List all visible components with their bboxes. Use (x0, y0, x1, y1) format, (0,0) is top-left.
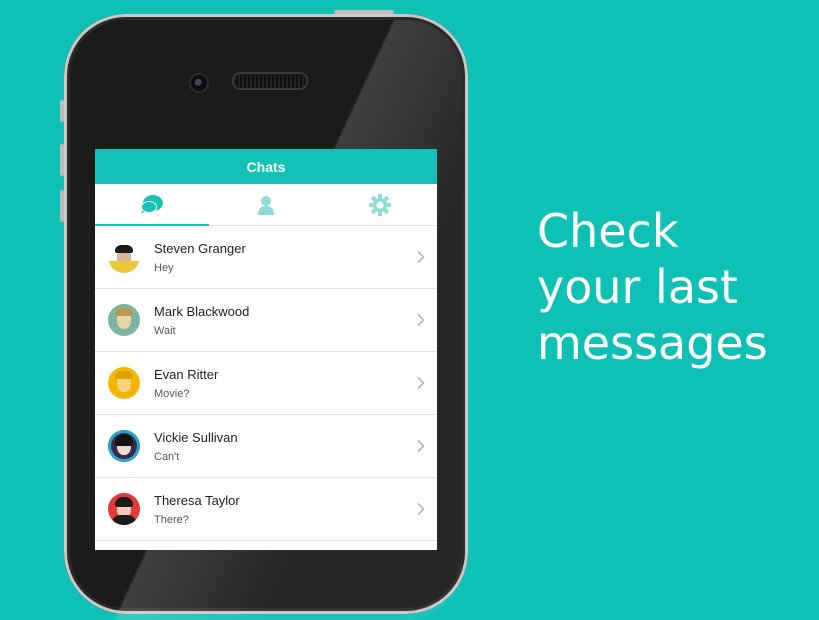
contact-name: Evan Ritter (154, 366, 219, 382)
promo-line-3: messages (537, 316, 768, 370)
chat-bubbles-icon (141, 194, 163, 213)
promo-line-1: Check (537, 204, 679, 258)
tab-chats[interactable] (95, 184, 209, 226)
chevron-right-icon (417, 376, 425, 390)
volume-up-button (60, 144, 64, 176)
avatar (108, 367, 140, 399)
promo-line-2: your last (537, 260, 739, 314)
chat-row[interactable]: Theresa Taylor There? (95, 478, 437, 541)
last-message: There? (154, 513, 189, 526)
last-message: Hey (154, 261, 174, 274)
chat-row[interactable]: Steven Granger Hey (95, 226, 437, 289)
navbar-title: Chats (246, 158, 286, 175)
earpiece-speaker (232, 72, 308, 90)
chevron-right-icon (417, 250, 425, 264)
last-message: Wait (154, 324, 176, 337)
chevron-right-icon (417, 502, 425, 516)
navbar: Chats (95, 149, 437, 184)
tab-bar (95, 184, 437, 226)
chevron-right-icon (417, 439, 425, 453)
chat-row[interactable]: Vickie Sullivan Can't (95, 415, 437, 478)
volume-down-button (60, 190, 64, 222)
chevron-right-icon (417, 313, 425, 327)
phone-screen: Chats Steven Granger Hey Mark Blackwood … (95, 149, 437, 550)
contact-name: Steven Granger (154, 240, 246, 256)
contact-name: Theresa Taylor (154, 492, 240, 508)
chat-row[interactable]: Mark Blackwood Wait (95, 289, 437, 352)
avatar (108, 304, 140, 336)
tab-contacts[interactable] (209, 184, 323, 225)
person-icon (258, 195, 274, 215)
contact-name: Mark Blackwood (154, 303, 250, 319)
silent-switch (60, 100, 64, 122)
last-message: Can't (154, 450, 180, 463)
gear-icon (369, 193, 391, 216)
avatar (108, 493, 140, 525)
avatar (108, 241, 140, 273)
tab-settings[interactable] (323, 184, 437, 225)
avatar (108, 430, 140, 462)
chat-row[interactable]: Evan Ritter Movie? (95, 352, 437, 415)
front-camera (189, 73, 209, 93)
contact-name: Vickie Sullivan (154, 429, 238, 445)
last-message: Movie? (154, 387, 190, 400)
power-button (334, 10, 394, 14)
promo-headline: Check your last messages (537, 203, 807, 371)
